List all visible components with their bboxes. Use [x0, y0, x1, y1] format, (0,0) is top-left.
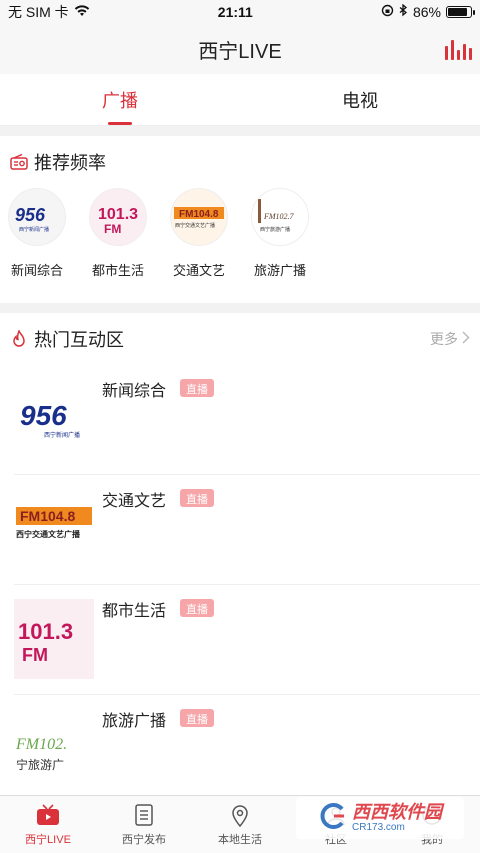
tab-label: 电视	[342, 90, 378, 111]
location-icon	[228, 803, 252, 827]
program-thumbnail: FM104.8 西宁交通文艺广播	[14, 489, 94, 569]
logo-text: 956	[20, 400, 67, 431]
battery-percent: 86%	[412, 4, 441, 20]
section-title: 热门互动区	[34, 330, 124, 350]
program-title: 旅游广播	[102, 713, 167, 730]
hot-header: 热门互动区 更多	[0, 313, 480, 365]
channel-logo: 101.3 FM	[89, 188, 147, 246]
channel-name: 新闻综合	[10, 263, 63, 278]
tab-xining-live[interactable]: 西宁LIVE	[0, 796, 96, 853]
live-badge: 直播	[180, 709, 215, 727]
list-item[interactable]: FM104.8 西宁交通文艺广播 交通文艺 直播	[14, 475, 480, 585]
logo-text: FM102.	[15, 736, 67, 753]
live-badge: 直播	[180, 489, 215, 507]
rotation-lock-icon	[381, 4, 394, 20]
tab-xining-publish[interactable]: 西宁发布	[96, 796, 192, 853]
logo-text: 101.3	[18, 619, 73, 644]
tab-label: 广播	[102, 90, 138, 111]
tab-label: 本地生活	[218, 833, 262, 846]
channel-list: 956 西宁新闻广播 新闻综合 101.3 FM 都市生活 FM104.8 西宁…	[0, 188, 480, 303]
program-thumbnail: 101.3 FM	[14, 599, 94, 679]
channel-item[interactable]: FM102.7 西宁旅游广播 旅游广播	[251, 188, 309, 279]
hot-section: 热门互动区 更多 956 西宁新闻广播 新闻综合 直播 FM104.8 西宁交通…	[0, 313, 480, 805]
watermark-logo: 西西软件园 CR173.com	[296, 797, 464, 839]
logo-text: FM102.7	[263, 212, 295, 221]
logo-text: FM104.8	[179, 209, 219, 220]
channel-logo: FM102.7 西宁旅游广播	[251, 188, 309, 246]
live-badge: 直播	[180, 379, 215, 397]
watermark-main: 西西软件园	[352, 801, 442, 822]
logo-text: 101.3	[98, 206, 138, 223]
tv-icon	[36, 803, 60, 827]
logo-sub: FM	[22, 645, 48, 665]
more-label: 更多	[430, 331, 458, 347]
program-thumbnail: 956 西宁新闻广播	[14, 379, 94, 459]
channel-name: 交通文艺	[172, 263, 225, 278]
channel-item[interactable]: FM104.8 西宁交通文艺广播 交通文艺	[170, 188, 228, 279]
channel-logo: FM104.8 西宁交通文艺广播	[170, 188, 228, 246]
clock: 21:11	[217, 4, 253, 20]
list-item[interactable]: 956 西宁新闻广播 新闻综合 直播	[14, 365, 480, 475]
logo-text: 956	[15, 205, 46, 225]
radio-icon	[10, 153, 28, 171]
channel-name: 都市生活	[91, 263, 144, 278]
status-bar: 无 SIM 卡 21:11 86%	[0, 0, 480, 24]
wifi-icon	[74, 4, 90, 20]
program-title: 交通文艺	[102, 493, 167, 510]
logo-sub: 西宁新闻广播	[19, 226, 49, 233]
chevron-right-icon	[462, 331, 470, 347]
logo-sub: 西宁新闻广播	[44, 431, 80, 439]
recommend-header: 推荐频率	[0, 136, 480, 188]
tab-tv[interactable]: 电视	[240, 74, 480, 125]
logo-sub: 西宁交通文艺广播	[175, 222, 215, 229]
section-title: 推荐频率	[34, 153, 106, 173]
program-title: 都市生活	[102, 603, 167, 620]
channel-item[interactable]: 956 西宁新闻广播 新闻综合	[8, 188, 66, 279]
channel-item[interactable]: 101.3 FM 都市生活	[89, 188, 147, 279]
recommend-section: 推荐频率 956 西宁新闻广播 新闻综合 101.3 FM 都市生活 FM104…	[0, 136, 480, 303]
program-title: 新闻综合	[102, 383, 167, 400]
flame-icon	[10, 330, 28, 348]
tab-label: 西宁LIVE	[25, 833, 71, 846]
live-badge: 直播	[180, 599, 215, 617]
list-item[interactable]: FM102. 宁旅游广 旅游广播 直播	[14, 695, 480, 805]
watermark-sub: CR173.com	[352, 822, 405, 834]
channel-logo: 956 西宁新闻广播	[8, 188, 66, 246]
tab-local-life[interactable]: 本地生活	[192, 796, 288, 853]
more-link[interactable]: 更多	[430, 329, 470, 349]
equalizer-icon[interactable]	[445, 40, 472, 60]
logo-text: FM104.8	[20, 508, 75, 524]
bluetooth-icon	[399, 3, 408, 20]
document-icon	[132, 803, 156, 827]
page-title: 西宁LIVE	[198, 40, 282, 63]
tab-bar-top: 广播 电视	[0, 74, 480, 126]
battery-fill	[448, 8, 467, 16]
program-thumbnail: FM102. 宁旅游广	[14, 709, 94, 789]
battery-icon	[446, 6, 475, 18]
tab-label: 西宁发布	[122, 833, 166, 846]
logo-sub: FM	[104, 222, 121, 236]
tab-radio[interactable]: 广播	[0, 74, 240, 125]
carrier-label: 无 SIM 卡	[8, 4, 69, 20]
logo-sub: 宁旅游广	[16, 757, 64, 772]
app-header: 西宁LIVE	[0, 24, 480, 74]
tab-indicator	[108, 122, 132, 125]
logo-sub: 西宁交通文艺广播	[16, 529, 81, 539]
program-list: 956 西宁新闻广播 新闻综合 直播 FM104.8 西宁交通文艺广播 交通文艺…	[0, 365, 480, 805]
logo-sub: 西宁旅游广播	[260, 226, 290, 233]
watermark-icon	[318, 801, 348, 836]
list-item[interactable]: 101.3 FM 都市生活 直播	[14, 585, 480, 695]
channel-name: 旅游广播	[253, 263, 306, 278]
